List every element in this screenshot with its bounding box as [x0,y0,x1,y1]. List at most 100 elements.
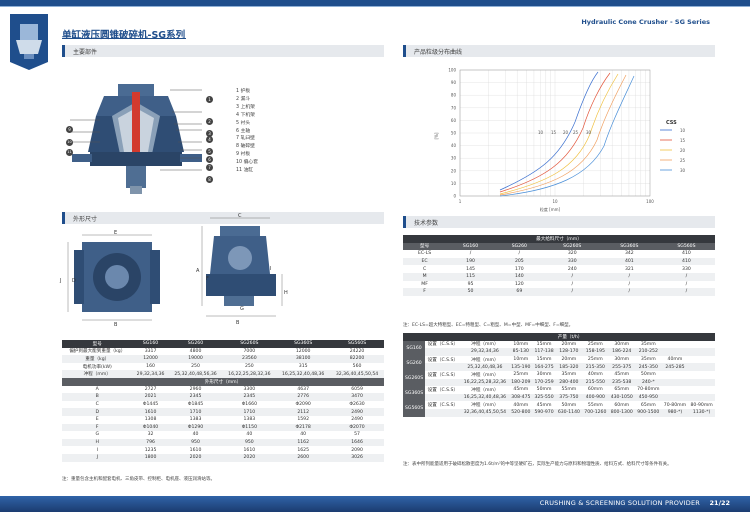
table-cell: 250 [191,364,200,370]
table-cell: 240 [567,266,577,272]
table-cell: 2021 [132,393,169,401]
table-cell: 最大给料尺寸（mm） [536,236,582,242]
table-cell: 29,32,34,36 [460,348,510,356]
table-cell [425,378,461,387]
table-cell: / [628,281,631,287]
table-row: 29,32,34,36 85-130 117-138 128-170 158-195 18… [403,348,715,356]
table-cell: 设置（C.S.S） [427,387,458,393]
table-cell [688,378,715,387]
chart-y-tick: 100 [448,68,456,73]
table-cell: 23560 [222,355,277,363]
chart-x-tick: 10 [552,199,558,204]
table-cell: 冲程（mm） [471,403,499,409]
table-cell: 16,22,25,28,32,36 [460,378,510,387]
table-row: 电机功率(kW) 160 250 250 315 560 [62,363,384,371]
table-header-cell: SG260 [187,341,204,347]
table-cell: 设置（C.S.S） [427,357,458,363]
table-header-cell: 型号 [92,341,102,347]
table-header-cell: SG560S [347,341,367,347]
table-cell: A [95,386,99,392]
table-cell: 796 [132,438,169,447]
table-cell: C [422,266,427,272]
table-cell: SG560S [677,243,696,249]
table-cell: G [95,432,100,438]
section-main-parts: 主要部件 [62,45,384,57]
table-cell: 15mm [536,341,552,347]
table-cell: 60mm [614,402,630,408]
table-cell: / [600,288,658,296]
table-cell: 2090 [351,447,363,453]
table-cell: J [62,453,133,462]
dim-label-G: G [240,306,244,312]
table-cell: 10mm [513,357,529,363]
feed-size-table: 最大给料尺寸（mm） 型号 SG160 SG260 SG260S SG360S SG560… [403,235,715,296]
table-cell: 400-900 [582,393,609,402]
table-cell: / [469,251,472,257]
table-cell: 1610 [243,447,256,453]
chart-curve-label: 30 [586,130,592,135]
table-cell: 250 [244,364,254,370]
table-cell: 401 [600,257,658,266]
table-cell: 6059 [351,386,363,392]
table-cell: 65mm [614,387,630,393]
table-cell: Φ1150 [222,423,277,432]
table-cell: 1625 [297,447,310,453]
table-cell: 128-170 [555,348,583,356]
chart-legend-title: CSS [666,120,677,126]
table-cell: 50mm [536,387,552,393]
table-cell: SG560S [403,401,426,417]
table-cell: 25mm [513,372,529,378]
table-cell [688,386,715,394]
legend-entry: 15 [680,138,686,143]
table-cell: 25,32,40,48,36 [460,363,510,371]
table-cell: 25mm [587,357,603,363]
parts-list-item: 2 漏斗 [236,96,251,102]
dim-label-F: F [206,276,209,282]
dim-label-H: H [284,290,288,296]
table-cell: Φ2070 [330,423,384,432]
table-cell: 115 [446,272,495,281]
parts-list-item: 6 主轴 [236,128,251,134]
table-cell: SG360S [403,386,426,402]
table-cell: / [657,288,715,296]
page-title-english: Hydraulic Cone Crusher - SG Series [581,18,710,26]
table-row: B 2021 2345 2345 2776 3470 [62,393,384,401]
table-cell [662,341,689,349]
chart-y-tick: 40 [451,143,457,148]
table-row: F 50 69// / [403,288,715,296]
size-distribution-chart: 1009080706050403020100 1 10 100 粒度 [mm] … [434,68,686,213]
parts-list-item: 3 上机架 [236,104,255,110]
title-rule [62,38,186,39]
dim-label-J: J [60,278,62,284]
table-cell: 980-*) [661,408,689,417]
feed-note: 注：EC-LS=超大特粗型、EC=特粗型、C=粗型、M=中型、MF=中细型、F=… [403,323,574,328]
chart-x-label: 粒度 [mm] [540,206,561,212]
table-cell [425,408,461,417]
parts-list-item: 4 下机架 [236,112,255,118]
table-cell: Φ1845 [187,402,204,408]
table-cell: 偏护到最大能到重量（kg） [69,349,126,355]
table-cell: 40 [192,432,199,438]
table-row: 25,32,40,48,36 135-190 164-275 185-320 215-3… [403,363,715,371]
table-cell: 410 [657,257,715,266]
parts-list-item: 1 护板 [236,89,251,94]
table-header-row: 型号 SG160 SG260 SG260S SG360S SG560S [403,242,715,251]
table-cell: 50mm [561,402,577,408]
table-cell: 7000 [243,348,256,354]
chart-y-tick: 10 [451,181,457,186]
table-cell [688,393,715,402]
table-cell: Φ1445 [142,402,159,408]
table-header-cell: SG160 [142,341,159,347]
table-cell: 65mm [640,402,656,408]
table-cell: 1800 [132,453,169,462]
table-row: C 145 170 240 321 330 [403,265,715,273]
table-cell: / [571,281,574,287]
crusher-product-icon [10,14,48,70]
table-row: A 2727 2960 3300 4637 6059 [62,386,384,394]
table-cell: 产量（t/h） [557,334,583,340]
table-cell: 冲程（mm） [471,372,499,378]
table-cell: 1592 [297,417,310,423]
page-number: 21/22 [709,499,730,507]
table-cell: 140 [494,272,544,281]
parts-list-item: 5 衬头 [236,120,251,126]
